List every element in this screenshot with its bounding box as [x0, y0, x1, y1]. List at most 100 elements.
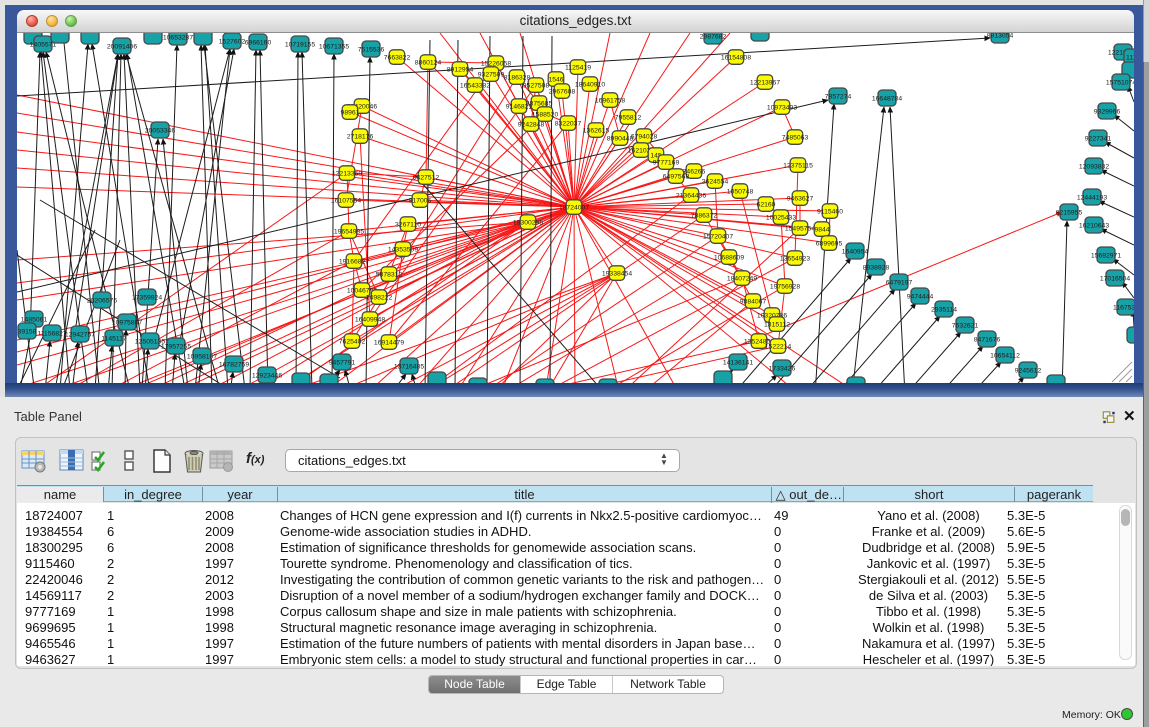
svg-text:9427512: 9427512: [413, 175, 440, 182]
svg-text:8938928: 8938928: [863, 265, 890, 272]
svg-text:9463627: 9463627: [787, 196, 814, 203]
svg-text:12923446: 12923446: [252, 373, 282, 380]
svg-text:9329966: 9329966: [1094, 109, 1121, 116]
svg-text:10688609: 10688609: [714, 255, 744, 262]
svg-text:16543382: 16543382: [460, 83, 490, 90]
svg-text:10653287: 10653287: [163, 35, 193, 42]
svg-text:14136141: 14136141: [723, 360, 753, 367]
svg-text:2935114: 2935114: [931, 307, 957, 314]
svg-text:6899695: 6899695: [816, 241, 843, 248]
svg-text:1362615: 1362615: [583, 128, 610, 135]
svg-text:10654112: 10654112: [990, 353, 1020, 360]
svg-text:1733426: 1733426: [769, 366, 796, 373]
svg-text:2718176: 2718176: [347, 134, 374, 141]
svg-text:10958107: 10958107: [187, 354, 217, 361]
svg-text:8186328: 8186328: [504, 75, 531, 82]
svg-text:1050748: 1050748: [727, 189, 754, 196]
svg-text:1640954: 1640954: [842, 249, 869, 256]
svg-text:6966160: 6966160: [245, 40, 272, 47]
svg-text:9777169: 9777169: [653, 160, 680, 167]
svg-text:5878312: 5878312: [376, 272, 403, 279]
svg-text:16914479: 16914479: [374, 340, 404, 347]
svg-text:6497568: 6497568: [663, 174, 690, 181]
svg-text:8990448: 8990448: [607, 136, 634, 143]
svg-text:39158: 39158: [18, 329, 37, 336]
svg-text:15720407: 15720407: [703, 234, 733, 241]
svg-text:19338454: 19338454: [602, 271, 632, 278]
svg-text:9527508: 9527508: [523, 83, 550, 90]
svg-text:10973493: 10973493: [767, 105, 797, 112]
svg-text:98961: 98961: [341, 110, 360, 117]
svg-text:13654923: 13654923: [780, 256, 810, 263]
svg-text:7663822: 7663822: [384, 55, 411, 62]
svg-text:817006: 817006: [409, 198, 432, 205]
svg-text:9115460: 9115460: [817, 209, 843, 216]
svg-text:14353509: 14353509: [388, 247, 418, 254]
svg-text:9844: 9844: [814, 227, 829, 234]
svg-text:9457791: 9457791: [329, 360, 356, 367]
svg-text:3267110: 3267110: [395, 222, 421, 229]
svg-text:1498222: 1498222: [366, 295, 393, 302]
svg-text:2987682: 2987682: [700, 34, 727, 41]
svg-text:8215955: 8215955: [1056, 210, 1083, 217]
svg-text:7632621: 7632621: [952, 323, 979, 330]
svg-text:21364436: 21364436: [676, 193, 706, 200]
svg-text:18724007: 18724007: [559, 205, 589, 212]
svg-text:7515536: 7515536: [358, 47, 385, 54]
svg-text:9245612: 9245612: [1015, 368, 1042, 375]
svg-text:19756928: 19756928: [770, 284, 800, 291]
svg-text:1145117: 1145117: [101, 336, 127, 343]
svg-text:20053346: 20053346: [145, 128, 175, 135]
svg-text:16961758: 16961758: [595, 98, 625, 105]
svg-text:9884067: 9884067: [740, 299, 767, 306]
svg-text:7955812: 7955812: [615, 115, 642, 122]
svg-text:10671355: 10671355: [319, 44, 349, 51]
svg-text:62160: 62160: [757, 202, 776, 209]
svg-text:8471676: 8471676: [974, 337, 1001, 344]
svg-text:12093832: 12093832: [1079, 164, 1109, 171]
svg-text:13716485: 13716485: [394, 364, 424, 371]
svg-text:12444193: 12444193: [1077, 195, 1107, 202]
svg-text:2967608: 2967608: [549, 89, 576, 96]
svg-text:1815112: 1815112: [764, 322, 790, 329]
svg-text:1125419: 1125419: [565, 65, 591, 72]
svg-text:10025433: 10025433: [766, 215, 796, 222]
svg-text:3624554: 3624554: [702, 179, 729, 186]
svg-text:9227341: 9227341: [1085, 136, 1112, 143]
svg-text:11156827: 11156827: [37, 331, 66, 338]
svg-text:9242848: 9242848: [518, 122, 545, 129]
svg-text:17957255: 17957255: [161, 344, 191, 351]
svg-text:16409948: 16409948: [355, 317, 385, 324]
svg-text:12213967: 12213967: [750, 80, 780, 87]
svg-text:9146821: 9146821: [506, 104, 533, 111]
svg-text:7886372: 7886372: [691, 213, 718, 220]
svg-text:8860124: 8860124: [415, 60, 442, 67]
svg-text:12375115: 12375115: [783, 163, 813, 170]
svg-text:18407249: 18407249: [727, 276, 757, 283]
svg-text:8912954: 8912954: [447, 67, 474, 74]
svg-text:18300295: 18300295: [513, 220, 543, 227]
svg-text:8322037: 8322037: [555, 121, 582, 128]
svg-text:1527602: 1527602: [219, 39, 246, 46]
svg-text:17016504: 17016504: [1100, 276, 1130, 283]
svg-text:10975887: 10975887: [112, 320, 142, 327]
svg-text:1167533: 1167533: [1113, 305, 1134, 312]
svg-text:7857274: 7857274: [825, 94, 852, 101]
svg-text:20206576: 20206576: [87, 298, 117, 305]
svg-text:16210643: 16210643: [1079, 223, 1109, 230]
svg-text:6479197: 6479197: [886, 280, 913, 287]
svg-text:19166827: 19166827: [339, 259, 369, 266]
svg-text:16107554: 16107554: [331, 198, 361, 205]
svg-text:16648784: 16648784: [872, 96, 902, 103]
svg-text:8813054: 8813054: [987, 33, 1014, 40]
svg-text:18640910: 18640910: [575, 82, 605, 89]
svg-text:1112: 1112: [1126, 55, 1134, 62]
svg-text:7625402: 7625402: [339, 339, 366, 346]
svg-text:1546: 1546: [548, 77, 563, 84]
svg-text:15495754: 15495754: [785, 226, 815, 233]
svg-text:1522214: 1522214: [765, 344, 792, 351]
svg-text:16782759: 16782759: [219, 362, 249, 369]
svg-text:12942757: 12942757: [65, 332, 95, 339]
svg-text:15692971: 15692971: [1091, 253, 1121, 260]
svg-text:9474444: 9474444: [907, 294, 934, 301]
